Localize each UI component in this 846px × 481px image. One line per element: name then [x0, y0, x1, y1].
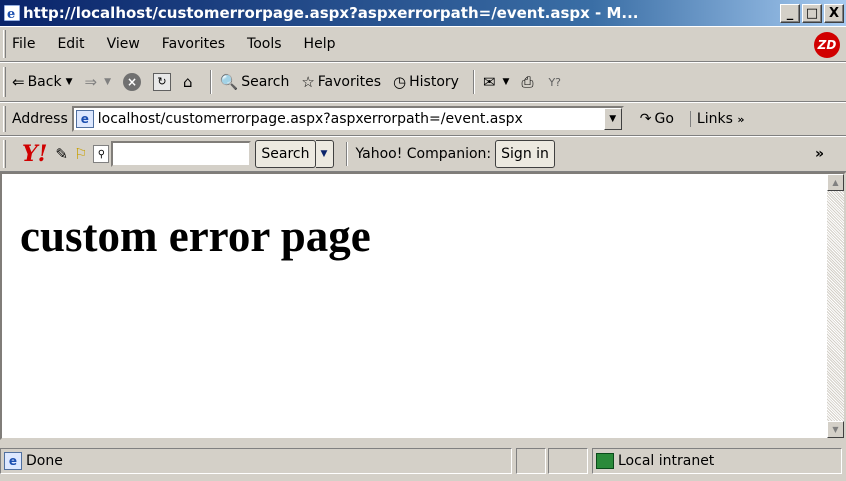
yahoo-toolbar: Y! ✎ ⚐ ⚲ Search ▼ Yahoo! Companion: Sign…	[0, 136, 846, 172]
yahoo-search-dropdown-icon[interactable]: ▼	[315, 140, 334, 168]
maximize-button[interactable]: □	[802, 3, 822, 23]
refresh-icon: ↻	[153, 73, 171, 91]
yahoo-companion-label: Yahoo! Companion:	[355, 146, 492, 162]
vertical-scrollbar[interactable]: ▲ ▼	[827, 174, 844, 438]
home-icon: ⌂	[183, 73, 193, 91]
toolbar-separator	[472, 70, 475, 94]
favorites-label: Favorites	[317, 74, 382, 90]
address-bar: Address e localhost/customerrorpage.aspx…	[0, 102, 846, 136]
refresh-button[interactable]: ↻	[153, 73, 171, 91]
forward-arrow-icon: ⇒	[84, 73, 98, 91]
search-button[interactable]: 🔍 Search	[220, 73, 290, 91]
addressbar-grip[interactable]	[3, 106, 6, 132]
status-text-cell: e Done	[0, 447, 512, 474]
status-zone: Local intranet	[618, 452, 715, 469]
go-button[interactable]: ↷ Go	[640, 111, 674, 127]
links-button[interactable]: Links »	[689, 111, 745, 127]
magnifier-icon: ⚲	[93, 145, 110, 163]
search-label: Search	[241, 74, 290, 90]
yahoo-logo[interactable]: Y!	[22, 141, 47, 167]
menu-favorites[interactable]: Favorites	[162, 36, 225, 52]
forward-button[interactable]: ⇒ ▼	[85, 73, 112, 91]
menu-view[interactable]: View	[107, 36, 140, 52]
status-zone-cell: Local intranet	[592, 447, 842, 474]
menu-help[interactable]: Help	[304, 36, 336, 52]
menu-edit[interactable]: Edit	[57, 36, 84, 52]
scroll-down-icon[interactable]: ▼	[827, 421, 844, 438]
yahoo-signin-button[interactable]: Sign in	[495, 140, 555, 168]
messenger-icon: Y?	[548, 75, 562, 89]
search-icon: 🔍	[219, 73, 239, 91]
svg-text:e: e	[7, 7, 15, 21]
toolbar-separator	[209, 70, 212, 94]
toolbar-grip[interactable]	[3, 66, 6, 98]
yahoo-separator	[345, 142, 348, 166]
close-button[interactable]: X	[824, 3, 844, 23]
print-button[interactable]: ⎙	[521, 73, 536, 91]
history-icon: ◷	[393, 73, 407, 91]
mail-button[interactable]: ✉ ▼	[483, 73, 510, 91]
back-dropdown-icon[interactable]: ▼	[66, 77, 73, 87]
yahoo-more-chevron-icon[interactable]: »	[815, 146, 824, 162]
favorites-icon: ☆	[301, 73, 315, 91]
history-button[interactable]: ◷ History	[393, 73, 459, 91]
home-button[interactable]: ⌂	[183, 73, 196, 91]
bookmark-icon[interactable]: ⚐	[74, 145, 87, 163]
links-chevron-icon: »	[737, 113, 745, 126]
go-arrow-icon: ↷	[639, 111, 652, 127]
zd-logo-icon: ZD	[814, 32, 840, 58]
status-progress-cell	[516, 447, 546, 474]
mail-dropdown-icon[interactable]: ▼	[503, 77, 510, 87]
stop-icon: ×	[123, 73, 141, 91]
status-page-icon: e	[4, 451, 22, 470]
yahoo-search-button[interactable]: Search	[255, 140, 316, 168]
links-label: Links	[696, 111, 733, 127]
history-label: History	[409, 74, 459, 90]
page-content: custom error page ▲ ▼	[0, 172, 846, 440]
intranet-icon	[596, 452, 614, 469]
minimize-button[interactable]: _	[780, 3, 800, 23]
forward-dropdown-icon[interactable]: ▼	[104, 77, 111, 87]
print-icon: ⎙	[521, 73, 534, 91]
favorites-button[interactable]: ☆ Favorites	[301, 73, 381, 91]
standard-toolbar: ⇐ Back ▼ ⇒ ▼ × ↻ ⌂ 🔍 Search ☆ Favorites …	[0, 62, 846, 102]
pencil-icon[interactable]: ✎	[55, 145, 68, 163]
page-icon: e	[75, 110, 94, 128]
ie-logo-icon: e	[3, 4, 21, 22]
scroll-up-icon[interactable]: ▲	[827, 174, 844, 191]
yahoo-search-input[interactable]	[111, 141, 252, 167]
address-label: Address	[12, 111, 68, 127]
status-security-cell	[548, 447, 588, 474]
window-titlebar: e http://localhost/customerrorpage.aspx?…	[0, 0, 846, 26]
page-heading: custom error page	[20, 211, 371, 261]
menubar-grip[interactable]	[3, 30, 6, 58]
status-bar: e Done Local intranet	[0, 440, 846, 481]
back-arrow-icon: ⇐	[12, 73, 25, 91]
window-title: http://localhost/customerrorpage.aspx?as…	[23, 4, 639, 22]
menu-tools[interactable]: Tools	[247, 36, 282, 52]
menu-bar: File Edit View Favorites Tools Help ZD	[0, 26, 846, 62]
address-value[interactable]: localhost/customerrorpage.aspx?aspxerror…	[98, 111, 604, 127]
stop-button[interactable]: ×	[123, 73, 141, 91]
status-text: Done	[26, 452, 63, 469]
go-label: Go	[654, 111, 674, 127]
back-button[interactable]: ⇐ Back ▼	[12, 73, 73, 91]
yahoobar-grip[interactable]	[3, 140, 6, 168]
mail-icon: ✉	[482, 73, 496, 91]
messenger-button[interactable]: Y?	[548, 76, 564, 89]
address-dropdown-icon[interactable]: ▼	[603, 108, 622, 130]
address-input[interactable]: e localhost/customerrorpage.aspx?aspxerr…	[71, 106, 624, 132]
back-label: Back	[27, 74, 62, 90]
menu-file[interactable]: File	[12, 36, 35, 52]
